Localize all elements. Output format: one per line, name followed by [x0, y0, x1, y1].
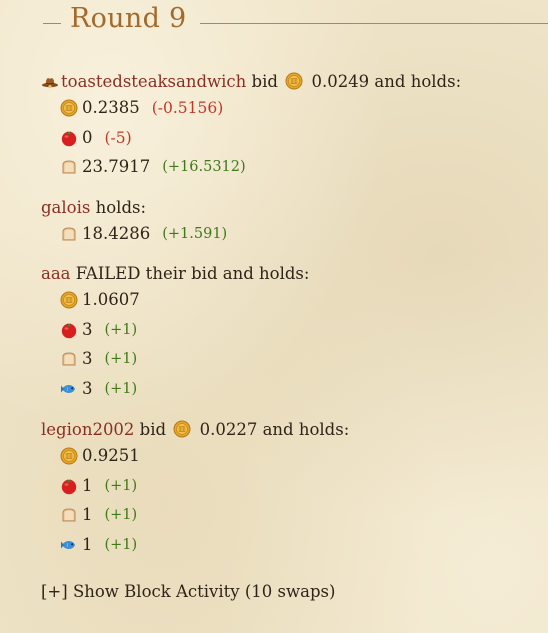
holding-amount: 0.9251 [82, 446, 140, 465]
holding-row: 0.9251 [60, 444, 140, 468]
player-name: toastedsteaksandwich [61, 72, 247, 91]
player-name: legion2002 [41, 420, 135, 439]
holding-delta: (+1) [104, 351, 138, 367]
bread-icon [60, 506, 78, 524]
player-action-text: bid [134, 420, 172, 439]
holding-amount: 1 [82, 475, 93, 495]
tomato-icon [60, 129, 78, 147]
holding-row: 0 (-5) [60, 126, 132, 150]
holding-row: 23.7917 (+16.5312) [60, 155, 246, 179]
bid-amount: 0.0249 [306, 72, 370, 91]
holding-delta: (+1) [104, 380, 138, 397]
holding-row: 1 (+1) [60, 503, 137, 527]
player-action-text: holds: [90, 198, 147, 217]
holding-delta: (+1) [104, 321, 138, 338]
holding-amount: 3 [82, 349, 93, 368]
holding-amount: 18.4286 [82, 224, 151, 243]
holding-amount: 23.7917 [82, 157, 151, 176]
player-header: legion2002 bid 0.0227 and holds: [41, 418, 349, 445]
holding-row: 1.0607 [60, 288, 140, 312]
coin-icon [60, 291, 78, 309]
player-action-text: FAILED their bid and holds: [70, 264, 310, 283]
holding-amount: 3 [82, 378, 93, 398]
round-header: Round 9 [0, 0, 548, 46]
coin-icon [285, 72, 303, 97]
holding-amount: 3 [82, 319, 93, 339]
holding-delta: (+1) [104, 507, 138, 523]
fish-icon [60, 380, 78, 398]
holding-row: 3 (+1) [60, 318, 137, 342]
holding-row: 18.4286 (+1.591) [60, 222, 227, 246]
coin-icon [60, 447, 78, 465]
bread-icon [60, 225, 78, 243]
holding-delta: (-5) [104, 128, 132, 147]
player-header: toastedsteaksandwich bid 0.0249 and hold… [41, 70, 461, 97]
holding-delta: (+16.5312) [162, 159, 246, 175]
holding-delta: (-0.5156) [151, 99, 224, 117]
cowboy-hat-icon [41, 73, 59, 97]
player-header: galois holds: [41, 196, 146, 220]
tomato-icon [60, 321, 78, 339]
coin-icon [60, 99, 78, 117]
holding-amount: 0.2385 [82, 98, 140, 117]
holding-row: 3 (+1) [60, 377, 137, 401]
player-name: galois [41, 198, 91, 217]
holding-amount: 0 [82, 127, 93, 147]
bread-icon [60, 158, 78, 176]
round-title: Round 9 [70, 3, 187, 34]
holding-row: 1 (+1) [60, 533, 137, 557]
holding-amount: 1 [82, 534, 93, 554]
holding-delta: (+1) [104, 536, 138, 553]
bread-icon [60, 350, 78, 368]
holding-row: 0.2385 (-0.5156) [60, 96, 223, 120]
show-block-activity-toggle[interactable]: [+] Show Block Activity (10 swaps) [41, 580, 335, 604]
player-header: aaa FAILED their bid and holds: [41, 262, 309, 286]
coin-icon [173, 420, 191, 445]
holding-delta: (+1) [104, 477, 138, 494]
player-action-text: bid [246, 72, 284, 91]
holding-delta: (+1.591) [162, 226, 228, 242]
holding-row: 1 (+1) [60, 474, 137, 498]
holding-amount: 1.0607 [82, 290, 140, 309]
player-tail-text: and holds: [369, 72, 462, 91]
bid-amount: 0.0227 [194, 420, 258, 439]
header-divider-right [200, 23, 548, 24]
header-divider-left [43, 23, 61, 24]
fish-icon [60, 536, 78, 554]
holding-row: 3 (+1) [60, 347, 137, 371]
player-tail-text: and holds: [257, 420, 350, 439]
player-name: aaa [41, 264, 71, 283]
holding-amount: 1 [82, 505, 93, 524]
tomato-icon [60, 477, 78, 495]
